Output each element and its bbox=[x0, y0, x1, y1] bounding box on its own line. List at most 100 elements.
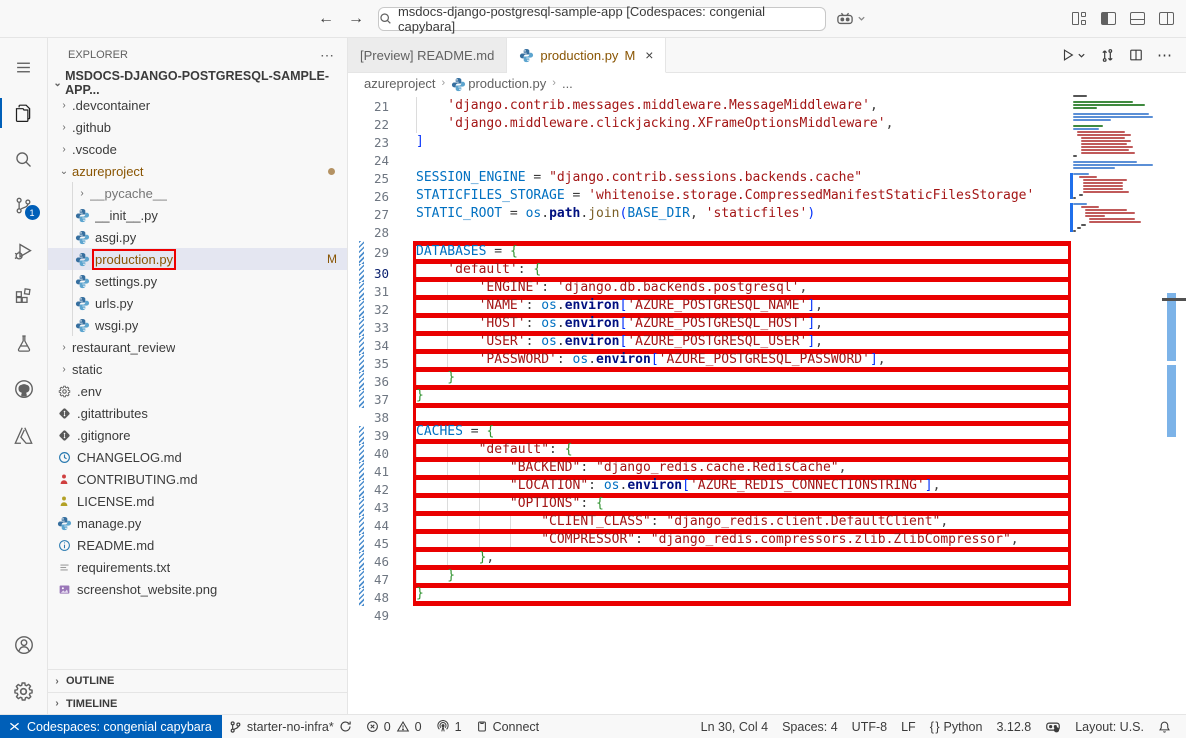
tree-item-production.py[interactable]: production.pyM bbox=[48, 248, 347, 270]
tree-item-CHANGELOG.md[interactable]: CHANGELOG.md bbox=[48, 446, 347, 468]
search-icon[interactable] bbox=[0, 136, 48, 182]
settings-gear-icon[interactable] bbox=[0, 668, 48, 714]
branch-status[interactable]: starter-no-infra* bbox=[222, 715, 359, 738]
codespaces-performance-icon[interactable]: ! bbox=[1038, 715, 1068, 738]
minimap[interactable] bbox=[1073, 95, 1160, 233]
toggle-panel-icon[interactable] bbox=[1130, 12, 1145, 25]
extensions-icon[interactable] bbox=[0, 274, 48, 320]
tree-item-__init__.py[interactable]: __init__.py bbox=[48, 204, 347, 226]
tree-item-settings.py[interactable]: settings.py bbox=[48, 270, 347, 292]
tree-item-.github[interactable]: ›.github bbox=[48, 116, 347, 138]
nav-back-icon[interactable]: ← bbox=[318, 10, 334, 28]
tree-item-azureproject[interactable]: ⌄azureproject bbox=[48, 160, 347, 182]
tree-root-folder[interactable]: ⌄ MSDOCS-DJANGO-POSTGRESQL-SAMPLE-APP... bbox=[48, 72, 347, 94]
tree-item-screenshot_website.png[interactable]: screenshot_website.png bbox=[48, 578, 347, 600]
code-line-49[interactable]: 49 bbox=[348, 606, 1071, 624]
tree-item-LICENSE.md[interactable]: LICENSE.md bbox=[48, 490, 347, 512]
tree-item-CONTRIBUTING.md[interactable]: CONTRIBUTING.md bbox=[48, 468, 347, 490]
close-tab-icon[interactable]: × bbox=[645, 47, 653, 63]
notifications-bell-icon[interactable] bbox=[1151, 715, 1178, 738]
tree-item-manage.py[interactable]: manage.py bbox=[48, 512, 347, 534]
more-actions-icon[interactable]: ⋯ bbox=[1157, 46, 1172, 64]
accounts-icon[interactable] bbox=[0, 622, 48, 668]
azure-icon[interactable] bbox=[0, 412, 48, 458]
remote-indicator[interactable]: Codespaces: congenial capybara bbox=[0, 715, 222, 738]
command-center-search[interactable]: msdocs-django-postgresql-sample-app [Cod… bbox=[378, 7, 826, 31]
customize-layout-icon[interactable] bbox=[1072, 12, 1087, 25]
code-line-48[interactable]: 48} bbox=[348, 588, 1071, 606]
python-file-icon bbox=[451, 77, 464, 90]
source-control-icon[interactable]: 1 bbox=[0, 182, 48, 228]
code-line-46[interactable]: 46}, bbox=[348, 552, 1071, 570]
code-line-29[interactable]: 29DATABASES = { bbox=[348, 241, 1071, 264]
breadcrumb-file[interactable]: production.py bbox=[468, 76, 546, 91]
python-version[interactable]: 3.12.8 bbox=[989, 715, 1038, 738]
code-line-42[interactable]: 42"LOCATION": os.environ['AZURE_REDIS_CO… bbox=[348, 480, 1071, 498]
language-mode[interactable]: { } Python bbox=[923, 715, 990, 738]
tree-item-wsgi.py[interactable]: wsgi.py bbox=[48, 314, 347, 336]
ports-status[interactable]: 1 bbox=[429, 715, 469, 738]
code-line-36[interactable]: 36} bbox=[348, 372, 1071, 390]
eol-status[interactable]: LF bbox=[894, 715, 923, 738]
encoding-status[interactable]: UTF-8 bbox=[845, 715, 894, 738]
split-editor-icon[interactable] bbox=[1129, 48, 1143, 62]
toggle-secondary-sidebar-icon[interactable] bbox=[1159, 12, 1174, 25]
tree-item-requirements.txt[interactable]: requirements.txt bbox=[48, 556, 347, 578]
code-line-26[interactable]: 26STATICFILES_STORAGE = 'whitenoise.stor… bbox=[348, 187, 1071, 205]
testing-icon[interactable] bbox=[0, 320, 48, 366]
tree-item-__pycache__[interactable]: ›__pycache__ bbox=[48, 182, 347, 204]
code-line-23[interactable]: 23] bbox=[348, 133, 1071, 151]
ruler-modified-mark bbox=[1167, 365, 1176, 437]
explorer-icon[interactable] bbox=[0, 90, 48, 136]
codespaces-avatar-menu[interactable] bbox=[836, 11, 866, 27]
menu-icon[interactable] bbox=[0, 44, 48, 90]
code-line-35[interactable]: 35'PASSWORD': os.environ['AZURE_POSTGRES… bbox=[348, 354, 1071, 372]
tree-item-.env[interactable]: .env bbox=[48, 380, 347, 402]
run-python-file-button[interactable] bbox=[1061, 48, 1086, 62]
indentation-status[interactable]: Spaces: 4 bbox=[775, 715, 845, 738]
open-changes-icon[interactable] bbox=[1100, 48, 1115, 63]
timeline-section[interactable]: › TIMELINE bbox=[48, 692, 347, 714]
tree-item-README.md[interactable]: README.md bbox=[48, 534, 347, 556]
chevron-down-icon bbox=[857, 14, 866, 23]
code-line-21[interactable]: 21'django.contrib.messages.middleware.Me… bbox=[348, 97, 1071, 115]
tree-item-urls.py[interactable]: urls.py bbox=[48, 292, 347, 314]
line-number: 45 bbox=[348, 534, 413, 552]
keyboard-layout[interactable]: Layout: U.S. bbox=[1068, 715, 1151, 738]
tree-item-asgi.py[interactable]: asgi.py bbox=[48, 226, 347, 248]
code-line-28[interactable]: 28 bbox=[348, 223, 1071, 241]
code-line-39[interactable]: 39CACHES = { bbox=[348, 426, 1071, 444]
github-icon[interactable] bbox=[0, 366, 48, 412]
tree-item-.gitattributes[interactable]: .gitattributes bbox=[48, 402, 347, 424]
problems-status[interactable]: 0 0 bbox=[359, 715, 429, 738]
breadcrumb-symbol[interactable]: ... bbox=[562, 76, 573, 91]
tab-production-py[interactable]: production.py M × bbox=[507, 38, 666, 73]
python-file-icon bbox=[519, 48, 534, 63]
tab-preview-readme[interactable]: [Preview] README.md bbox=[348, 38, 507, 72]
tree-item-.gitignore[interactable]: .gitignore bbox=[48, 424, 347, 446]
code-line-25[interactable]: 25SESSION_ENGINE = "django.contrib.sessi… bbox=[348, 169, 1071, 187]
file-label: CONTRIBUTING.md bbox=[77, 472, 198, 487]
file-label: settings.py bbox=[95, 274, 157, 289]
tree-item-.vscode[interactable]: ›.vscode bbox=[48, 138, 347, 160]
code-line-27[interactable]: 27STATIC_ROOT = os.path.join(BASE_DIR, '… bbox=[348, 205, 1071, 223]
tree-item-.devcontainer[interactable]: ›.devcontainer bbox=[48, 94, 347, 116]
outline-section[interactable]: › OUTLINE bbox=[48, 670, 347, 692]
toggle-primary-sidebar-icon[interactable] bbox=[1101, 12, 1116, 25]
run-debug-icon[interactable] bbox=[0, 228, 48, 274]
overview-ruler[interactable] bbox=[1160, 93, 1186, 714]
code-line-47[interactable]: 47} bbox=[348, 570, 1071, 588]
code-line-24[interactable]: 24 bbox=[348, 151, 1071, 169]
code-editor[interactable]: 21'django.contrib.messages.middleware.Me… bbox=[348, 93, 1186, 714]
code-line-22[interactable]: 22'django.middleware.clickjacking.XFrame… bbox=[348, 115, 1071, 133]
explorer-actions-icon[interactable]: ⋯ bbox=[320, 47, 335, 64]
nav-forward-icon[interactable]: → bbox=[348, 10, 364, 28]
code-line-37[interactable]: 37} bbox=[348, 390, 1071, 408]
tree-item-restaurant_review[interactable]: ›restaurant_review bbox=[48, 336, 347, 358]
code-line-45[interactable]: 45"COMPRESSOR": "django_redis.compressor… bbox=[348, 534, 1071, 552]
tree-item-static[interactable]: ›static bbox=[48, 358, 347, 380]
file-label: azureproject bbox=[72, 164, 144, 179]
cursor-position[interactable]: Ln 30, Col 4 bbox=[694, 715, 775, 738]
breadcrumb-folder[interactable]: azureproject bbox=[364, 76, 436, 91]
connect-status[interactable]: Connect bbox=[469, 715, 547, 738]
